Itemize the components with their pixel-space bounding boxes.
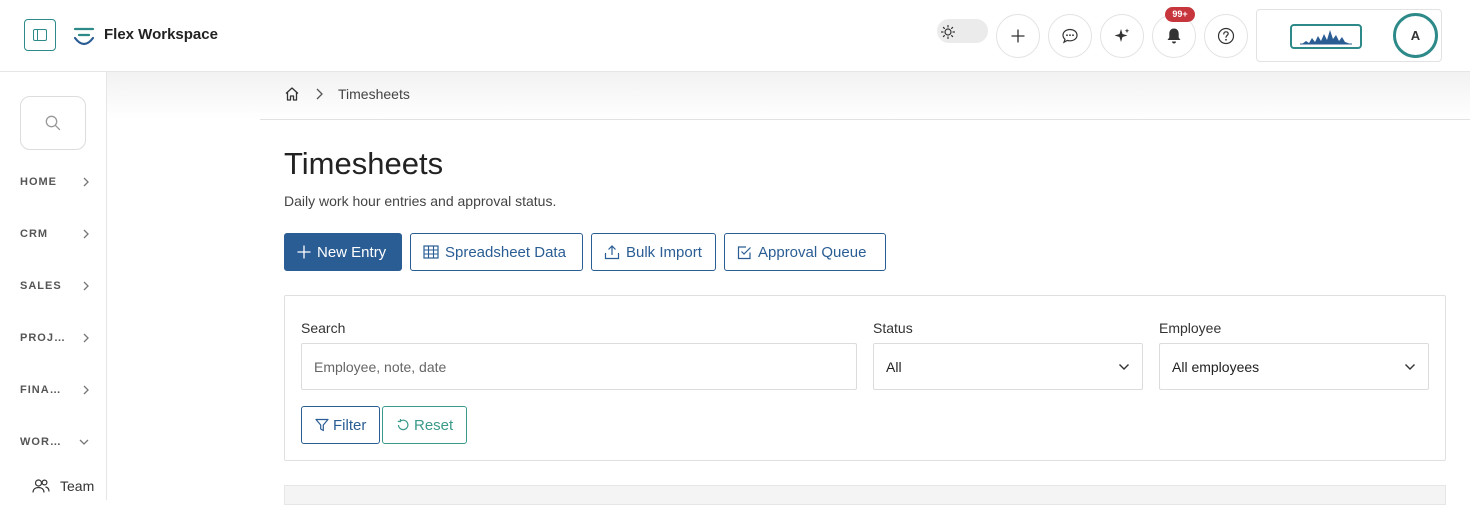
sidebar-item-label: WOR… <box>20 436 62 448</box>
ai-assist-button[interactable] <box>1100 14 1144 58</box>
chevron-down-icon <box>79 439 89 445</box>
employee-selected-value: All employees <box>1172 358 1260 375</box>
sidebar-item-label: SALES <box>20 280 62 292</box>
user-avatar[interactable]: A <box>1393 13 1438 58</box>
upload-icon <box>604 245 620 260</box>
search-label: Search <box>301 320 346 336</box>
notification-count-badge: 99+ <box>1165 7 1195 22</box>
breadcrumb-divider <box>260 119 1470 120</box>
employee-label: Employee <box>1159 320 1222 336</box>
bell-icon <box>1167 28 1181 44</box>
checkbox-checked-icon <box>737 245 751 259</box>
page-title: Timesheets <box>284 146 444 181</box>
chevron-right-icon <box>316 88 323 100</box>
bulk-import-button[interactable]: Bulk Import <box>591 233 716 271</box>
chevron-right-icon <box>83 333 89 343</box>
help-circle-icon <box>1217 27 1235 45</box>
sidebar-item-workforce[interactable]: WOR… <box>20 432 90 452</box>
spreadsheet-data-button[interactable]: Spreadsheet Data <box>410 233 583 271</box>
breadcrumb: Timesheets <box>284 86 410 102</box>
help-button[interactable] <box>1204 14 1248 58</box>
employee-select[interactable]: All employees <box>1159 343 1429 390</box>
home-icon[interactable] <box>284 86 300 102</box>
new-entry-button[interactable]: New Entry <box>284 233 402 271</box>
breadcrumb-current: Timesheets <box>338 86 410 102</box>
sun-icon <box>941 25 955 39</box>
timesheet-table-header <box>284 485 1446 505</box>
new-entry-label: New Entry <box>317 243 387 261</box>
reset-button[interactable]: Reset <box>382 406 468 444</box>
reset-button-label: Reset <box>414 416 454 434</box>
sidebar-item-label: CRM <box>20 228 49 240</box>
sidebar-item-label: PROJ… <box>20 332 66 344</box>
chevron-down-icon <box>1119 363 1129 370</box>
chevron-right-icon <box>83 229 89 239</box>
brand-logo-icon <box>73 27 95 46</box>
chevron-right-icon <box>83 177 89 187</box>
approval-queue-button[interactable]: Approval Queue <box>724 233 886 271</box>
brand-name: Flex Workspace <box>104 26 218 43</box>
sidebar-item-sales[interactable]: SALES <box>20 276 90 296</box>
sidebar-subitem-label: Team <box>60 478 95 494</box>
sidebar-item-projects[interactable]: PROJ… <box>20 328 90 348</box>
plus-icon <box>1011 29 1025 43</box>
sidebar-toggle-button[interactable] <box>24 19 56 51</box>
add-button[interactable] <box>996 14 1040 58</box>
filter-panel: Search Employee, note, date Status All E… <box>284 295 1446 461</box>
chevron-right-icon <box>83 281 89 291</box>
sidebar: HOME CRM SALES PROJ… FINA… WOR… Team <box>0 72 107 500</box>
filter-button-label: Filter <box>333 416 367 434</box>
top-bar: Flex Workspace 99+ A <box>0 0 1470 72</box>
chevron-right-icon <box>83 385 89 395</box>
sidebar-item-label: HOME <box>20 176 57 188</box>
sidebar-item-label: FINA… <box>20 384 62 396</box>
search-icon <box>45 115 61 131</box>
approval-queue-label: Approval Queue <box>758 243 867 261</box>
search-input[interactable]: Employee, note, date <box>301 343 857 390</box>
plus-icon <box>297 245 311 259</box>
sidebar-search-button[interactable] <box>20 96 86 150</box>
page-subtitle: Daily work hour entries and approval sta… <box>284 193 557 209</box>
chat-bubble-icon <box>1062 28 1078 44</box>
sidebar-item-finance[interactable]: FINA… <box>20 380 90 400</box>
activity-sparkline[interactable] <box>1290 24 1362 49</box>
filter-button[interactable]: Filter <box>301 406 381 444</box>
chevron-down-icon <box>1405 363 1415 370</box>
status-label: Status <box>873 320 913 336</box>
bulk-import-label: Bulk Import <box>626 243 702 261</box>
profile-area: A <box>1256 9 1442 62</box>
funnel-icon <box>315 418 329 432</box>
sidebar-panel-icon <box>33 29 47 41</box>
search-placeholder: Employee, note, date <box>314 358 447 375</box>
messages-button[interactable] <box>1048 14 1092 58</box>
sidebar-item-crm[interactable]: CRM <box>20 224 90 244</box>
status-select[interactable]: All <box>873 343 1143 390</box>
sidebar-subitem-team[interactable]: Team <box>32 478 94 494</box>
theme-toggle[interactable] <box>937 19 988 43</box>
refresh-icon <box>397 418 409 431</box>
spreadsheet-data-label: Spreadsheet Data <box>445 243 566 261</box>
team-users-icon <box>32 479 50 493</box>
sparkline-graph-icon <box>1300 30 1352 45</box>
status-selected-value: All <box>886 358 902 375</box>
sidebar-item-home[interactable]: HOME <box>20 172 90 192</box>
table-grid-icon <box>423 245 439 259</box>
sparkle-icon <box>1114 28 1130 42</box>
